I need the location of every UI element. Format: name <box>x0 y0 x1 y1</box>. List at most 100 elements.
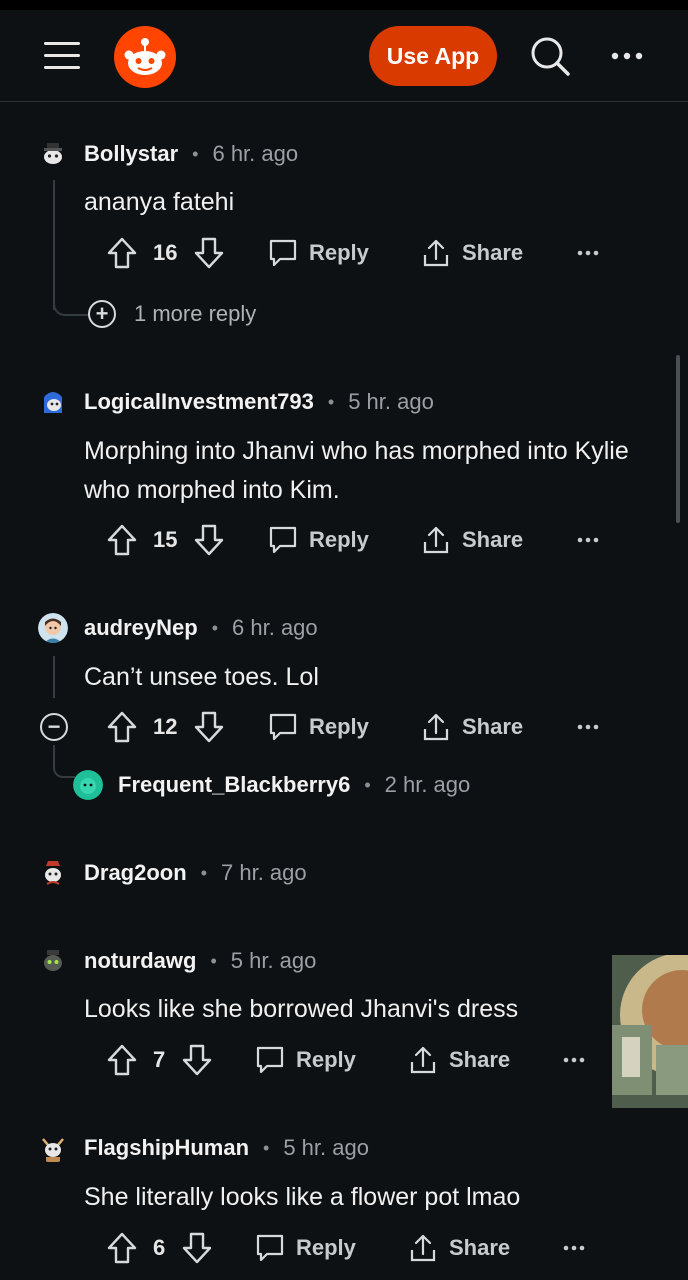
floating-media-thumbnail[interactable] <box>612 955 688 1108</box>
more-replies-label: 1 more reply <box>134 301 257 326</box>
comment-meta: LogicalInvestment793 • 5 hr. ago <box>84 387 434 417</box>
downvote-button[interactable] <box>181 1228 213 1268</box>
reply-label: Reply <box>309 714 369 739</box>
reply-button[interactable]: Reply <box>254 1040 356 1080</box>
comment-more-icon[interactable] <box>563 1228 585 1268</box>
separator-dot: • <box>327 391 335 412</box>
avatar[interactable] <box>38 613 68 643</box>
share-button[interactable]: Share <box>420 233 523 273</box>
share-label: Share <box>462 714 524 739</box>
upvote-button[interactable] <box>106 707 138 747</box>
reply-button[interactable]: Reply <box>254 1228 356 1268</box>
upvote-button[interactable] <box>106 1040 138 1080</box>
comment-actions: 15 Reply Share <box>0 520 688 560</box>
top-nav-bar: Use App <box>0 10 688 102</box>
search-icon[interactable] <box>528 34 572 78</box>
share-button[interactable]: Share <box>407 1228 510 1268</box>
thread-branch <box>53 760 75 778</box>
username[interactable]: Bollystar <box>84 141 178 167</box>
share-button[interactable]: Share <box>407 1040 510 1080</box>
share-label: Share <box>449 1047 511 1072</box>
arrow-down-icon <box>182 1044 212 1076</box>
share-icon <box>410 1234 436 1262</box>
avatar[interactable] <box>38 858 68 888</box>
downvote-button[interactable] <box>193 233 225 273</box>
avatar[interactable] <box>73 770 103 800</box>
timestamp: 5 hr. ago <box>230 948 317 973</box>
share-icon <box>410 1046 436 1074</box>
downvote-button[interactable] <box>181 1040 213 1080</box>
vote-count: 7 <box>153 1047 166 1072</box>
more-icon[interactable] <box>608 46 648 66</box>
comment-meta: Drag2oon • 7 hr. ago <box>84 858 307 888</box>
comment-actions: 12 Reply Share <box>0 707 688 747</box>
avatar[interactable] <box>38 946 68 976</box>
share-button[interactable]: Share <box>420 520 523 560</box>
reply-label: Reply <box>309 527 369 552</box>
username[interactable]: LogicalInvestment793 <box>84 389 314 415</box>
timestamp: 5 hr. ago <box>283 1135 369 1160</box>
timestamp: 6 hr. ago <box>212 141 299 166</box>
arrow-up-icon <box>107 1232 137 1264</box>
arrow-up-icon <box>107 711 137 743</box>
reply-button[interactable]: Reply <box>267 520 369 560</box>
comment-text: ananya fatehi <box>84 188 235 216</box>
separator-dot: • <box>211 617 219 638</box>
username[interactable]: FlagshipHuman <box>84 1135 249 1161</box>
timestamp: 5 hr. ago <box>348 389 434 414</box>
reddit-logo[interactable] <box>114 26 176 88</box>
share-icon <box>423 239 449 267</box>
hamburger-icon[interactable] <box>44 42 80 70</box>
reply-button[interactable]: Reply <box>267 233 369 273</box>
downvote-button[interactable] <box>193 520 225 560</box>
comment-more-icon[interactable] <box>577 233 599 273</box>
plus-circle-icon: + <box>88 300 116 328</box>
vote-count: 12 <box>153 714 178 739</box>
reply-label: Reply <box>309 240 369 265</box>
use-app-button[interactable]: Use App <box>369 26 497 86</box>
downvote-button[interactable] <box>193 707 225 747</box>
share-button[interactable]: Share <box>420 707 523 747</box>
arrow-down-icon <box>182 1232 212 1264</box>
separator-dot: • <box>210 950 217 971</box>
username[interactable]: audreyNep <box>84 615 198 641</box>
chat-bubble-icon <box>256 1046 284 1074</box>
timestamp: 6 hr. ago <box>232 615 318 640</box>
username[interactable]: Frequent_Blackberry6 <box>118 772 350 798</box>
comment-actions: 16 Reply Share <box>0 233 688 273</box>
chat-bubble-icon <box>269 239 297 267</box>
vote-count: 16 <box>153 240 178 265</box>
share-label: Share <box>462 240 524 265</box>
comment-more-icon[interactable] <box>577 707 599 747</box>
avatar[interactable] <box>38 1133 68 1163</box>
arrow-up-icon <box>107 524 137 556</box>
timestamp: 7 hr. ago <box>221 860 307 885</box>
thread-branch <box>53 296 89 316</box>
upvote-button[interactable] <box>106 520 138 560</box>
comment-meta: noturdawg • 5 hr. ago <box>84 946 316 976</box>
scrollbar[interactable] <box>676 355 680 523</box>
separator-dot: • <box>364 774 371 795</box>
arrow-down-icon <box>194 524 224 556</box>
avatar[interactable] <box>38 387 68 417</box>
arrow-up-icon <box>107 237 137 269</box>
share-label: Share <box>449 1235 511 1260</box>
comment-meta: audreyNep • 6 hr. ago <box>84 613 318 643</box>
username[interactable]: Drag2oon <box>84 860 187 886</box>
vote-count: 6 <box>153 1235 166 1260</box>
reply-button[interactable]: Reply <box>267 707 369 747</box>
share-icon <box>423 713 449 741</box>
comment-more-icon[interactable] <box>563 1040 585 1080</box>
comment-actions: 7 Reply Share <box>0 1040 688 1080</box>
avatar[interactable] <box>38 139 68 169</box>
arrow-up-icon <box>107 1044 137 1076</box>
upvote-button[interactable] <box>106 233 138 273</box>
upvote-button[interactable] <box>106 1228 138 1268</box>
username[interactable]: noturdawg <box>84 948 196 974</box>
comment-meta: FlagshipHuman • 5 hr. ago <box>84 1133 369 1163</box>
comment-more-icon[interactable] <box>577 520 599 560</box>
share-label: Share <box>462 527 524 552</box>
arrow-down-icon <box>194 711 224 743</box>
more-replies-button[interactable]: + 1 more reply <box>88 300 256 328</box>
timestamp: 2 hr. ago <box>384 772 471 797</box>
